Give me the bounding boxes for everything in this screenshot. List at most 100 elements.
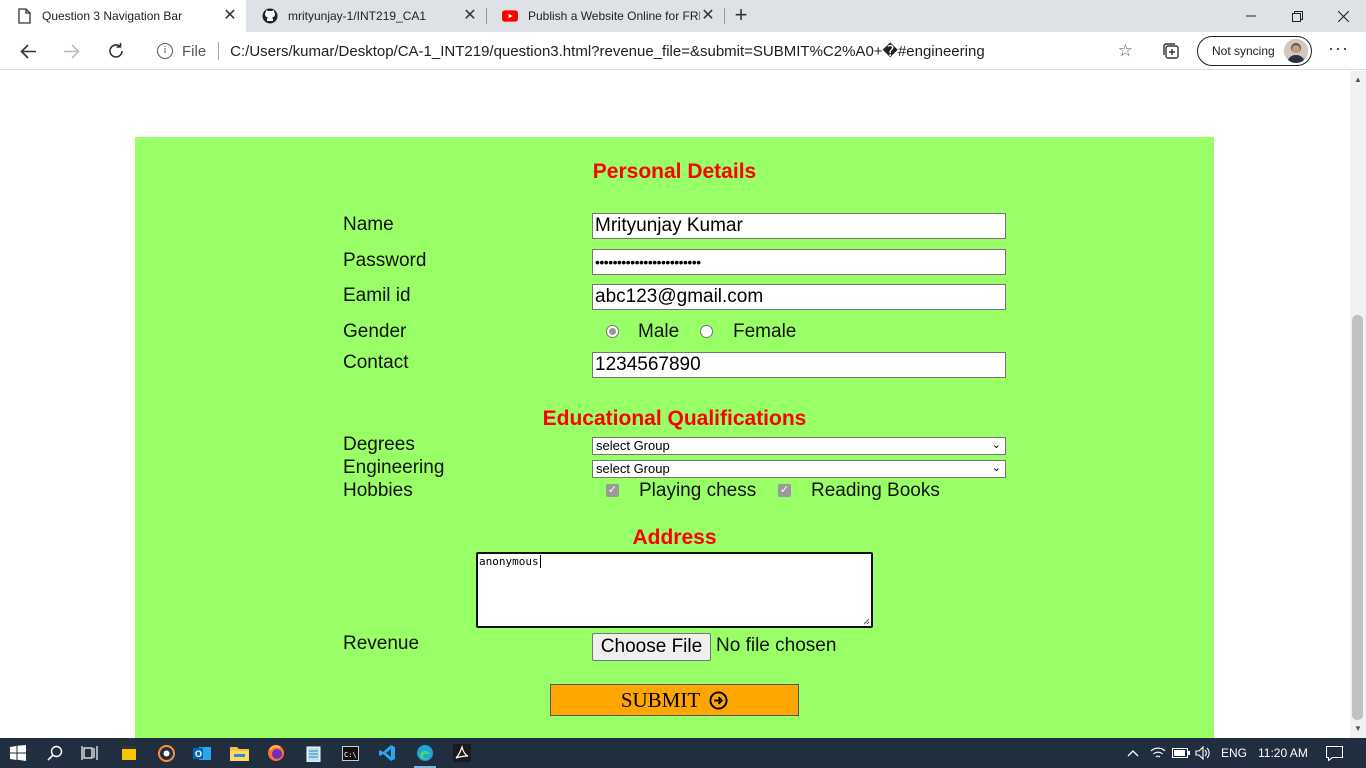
divider [218,42,220,60]
command-prompt-icon[interactable]: C:\ [340,743,360,763]
engineering-selected-value: select Group [596,461,670,476]
taskbar: O C:\ ENG 11:20 AM [0,738,1366,768]
collections-icon[interactable] [1161,41,1181,61]
back-arrow-icon[interactable] [14,38,42,64]
page-viewport: Personal Details Name Mrityunjay Kumar P… [0,71,1350,738]
chevron-down-icon: ⌄ [991,462,1001,474]
navigation-bar: i File C:/Users/kumar/Desktop/CA-1_INT21… [0,32,1366,70]
restore-icon[interactable] [1274,0,1320,32]
task-view-icon[interactable] [80,743,100,763]
clock[interactable]: 11:20 AM [1258,738,1308,768]
tab-github[interactable]: mrityunjay-1/INT219_CA1 ✕ [246,0,486,32]
scroll-down-icon[interactable]: ▼ [1353,724,1363,733]
notepad-icon[interactable] [303,743,323,763]
submit-button[interactable]: SUBMIT [550,684,799,716]
tab-label: Question 3 Navigation Bar [42,9,183,23]
address-bar[interactable]: i File C:/Users/kumar/Desktop/CA-1_INT21… [145,36,1143,66]
favorite-star-icon[interactable]: ☆ [1118,41,1133,61]
close-tab-icon[interactable]: ✕ [700,8,716,24]
volume-icon[interactable] [1193,743,1213,763]
password-input[interactable]: •••••••••••••••••••••••• [592,249,1006,275]
tab-youtube[interactable]: Publish a Website Online for FREE ✕ [486,0,724,32]
name-input[interactable]: Mrityunjay Kumar [592,213,1006,239]
chevron-down-icon: ⌄ [991,439,1001,451]
media-player-icon[interactable] [156,743,176,763]
vertical-scrollbar[interactable]: ▲ ▼ [1350,71,1366,738]
hobby-chess-checkbox[interactable]: ✓ [606,484,619,497]
engineering-select[interactable]: select Group ⌄ [592,460,1006,478]
gender-female-label: Female [733,321,797,342]
hobby-reading-label: Reading Books [811,480,940,501]
gender-label: Gender [343,321,407,342]
tab-strip: Question 3 Navigation Bar ✕ mrityunjay-1… [0,0,1366,32]
url-text[interactable]: C:/Users/kumar/Desktop/CA-1_INT219/quest… [230,42,985,60]
svg-text:C:\: C:\ [344,751,357,759]
profile-sync-button[interactable]: Not syncing [1197,36,1312,66]
gender-male-radio[interactable] [606,325,619,338]
avatar [1284,39,1308,63]
new-tab-icon[interactable]: + [731,4,751,26]
address-heading: Address [632,526,717,549]
gender-male-label: Male [638,321,680,342]
degrees-label: Degrees [343,434,415,455]
outlook-icon[interactable]: O [192,743,212,763]
hobby-reading-checkbox[interactable]: ✓ [778,484,791,497]
tab-label: mrityunjay-1/INT219_CA1 [288,9,427,23]
scroll-up-icon[interactable]: ▲ [1353,75,1363,84]
educational-qualifications-heading: Educational Qualifications [542,407,807,430]
gender-female-radio[interactable] [700,325,713,338]
forward-arrow-icon[interactable] [57,38,85,64]
tab-question3[interactable]: Question 3 Navigation Bar ✕ [0,0,246,32]
email-input[interactable]: abc123@gmail.com [592,284,1006,310]
degrees-select[interactable]: select Group ⌄ [592,437,1006,455]
svg-text:O: O [195,749,202,759]
registration-form: Personal Details Name Mrityunjay Kumar P… [135,137,1214,738]
hobby-chess-label: Playing chess [639,480,757,501]
close-tab-icon[interactable]: ✕ [222,8,238,24]
scheme-label: File [182,42,207,60]
notifications-icon[interactable] [1324,743,1344,763]
close-window-icon[interactable] [1320,0,1366,32]
contact-input[interactable]: 1234567890 [592,352,1006,378]
edge-icon[interactable] [415,743,435,763]
degrees-selected-value: select Group [596,438,670,453]
vscode-icon[interactable] [377,743,397,763]
page-icon [16,8,32,24]
search-icon[interactable] [45,743,65,763]
engineering-label: Engineering [343,457,445,478]
resize-handle-icon[interactable] [863,618,870,625]
close-tab-icon[interactable]: ✕ [462,8,478,24]
firefox-icon[interactable] [266,743,286,763]
text-cursor [539,555,541,568]
email-label: Eamil id [343,285,411,306]
choose-file-button[interactable]: Choose File [592,633,711,661]
scrollbar-thumb[interactable] [1352,315,1363,720]
acrobat-icon[interactable] [452,743,472,763]
youtube-icon [502,8,518,24]
revenue-label: Revenue [343,633,420,654]
sync-status: Not syncing [1212,44,1275,58]
name-label: Name [343,214,394,235]
address-text: anonymous [479,555,539,568]
wifi-icon[interactable] [1148,743,1168,763]
language-indicator[interactable]: ENG [1221,738,1247,768]
chevron-up-icon[interactable] [1123,743,1143,763]
password-label: Password [343,250,427,271]
tab-separator [724,8,725,24]
info-icon[interactable]: i [157,43,173,59]
submit-label: SUBMIT [620,687,701,712]
github-icon [262,8,278,24]
refresh-icon[interactable] [102,38,130,64]
file-status: No file chosen [716,635,837,656]
minimize-icon[interactable] [1228,0,1274,32]
hobbies-label: Hobbies [343,480,413,501]
sticky-notes-icon[interactable] [119,743,139,763]
battery-icon[interactable] [1171,743,1191,763]
address-textarea[interactable]: anonymous [476,552,873,628]
tab-label: Publish a Website Online for FREE [528,9,700,23]
file-explorer-icon[interactable] [229,743,249,763]
arrow-circle-right-icon [709,690,728,710]
contact-label: Contact [343,352,409,373]
more-options-icon[interactable]: ··· [1328,38,1349,59]
windows-start-icon[interactable] [8,743,28,763]
